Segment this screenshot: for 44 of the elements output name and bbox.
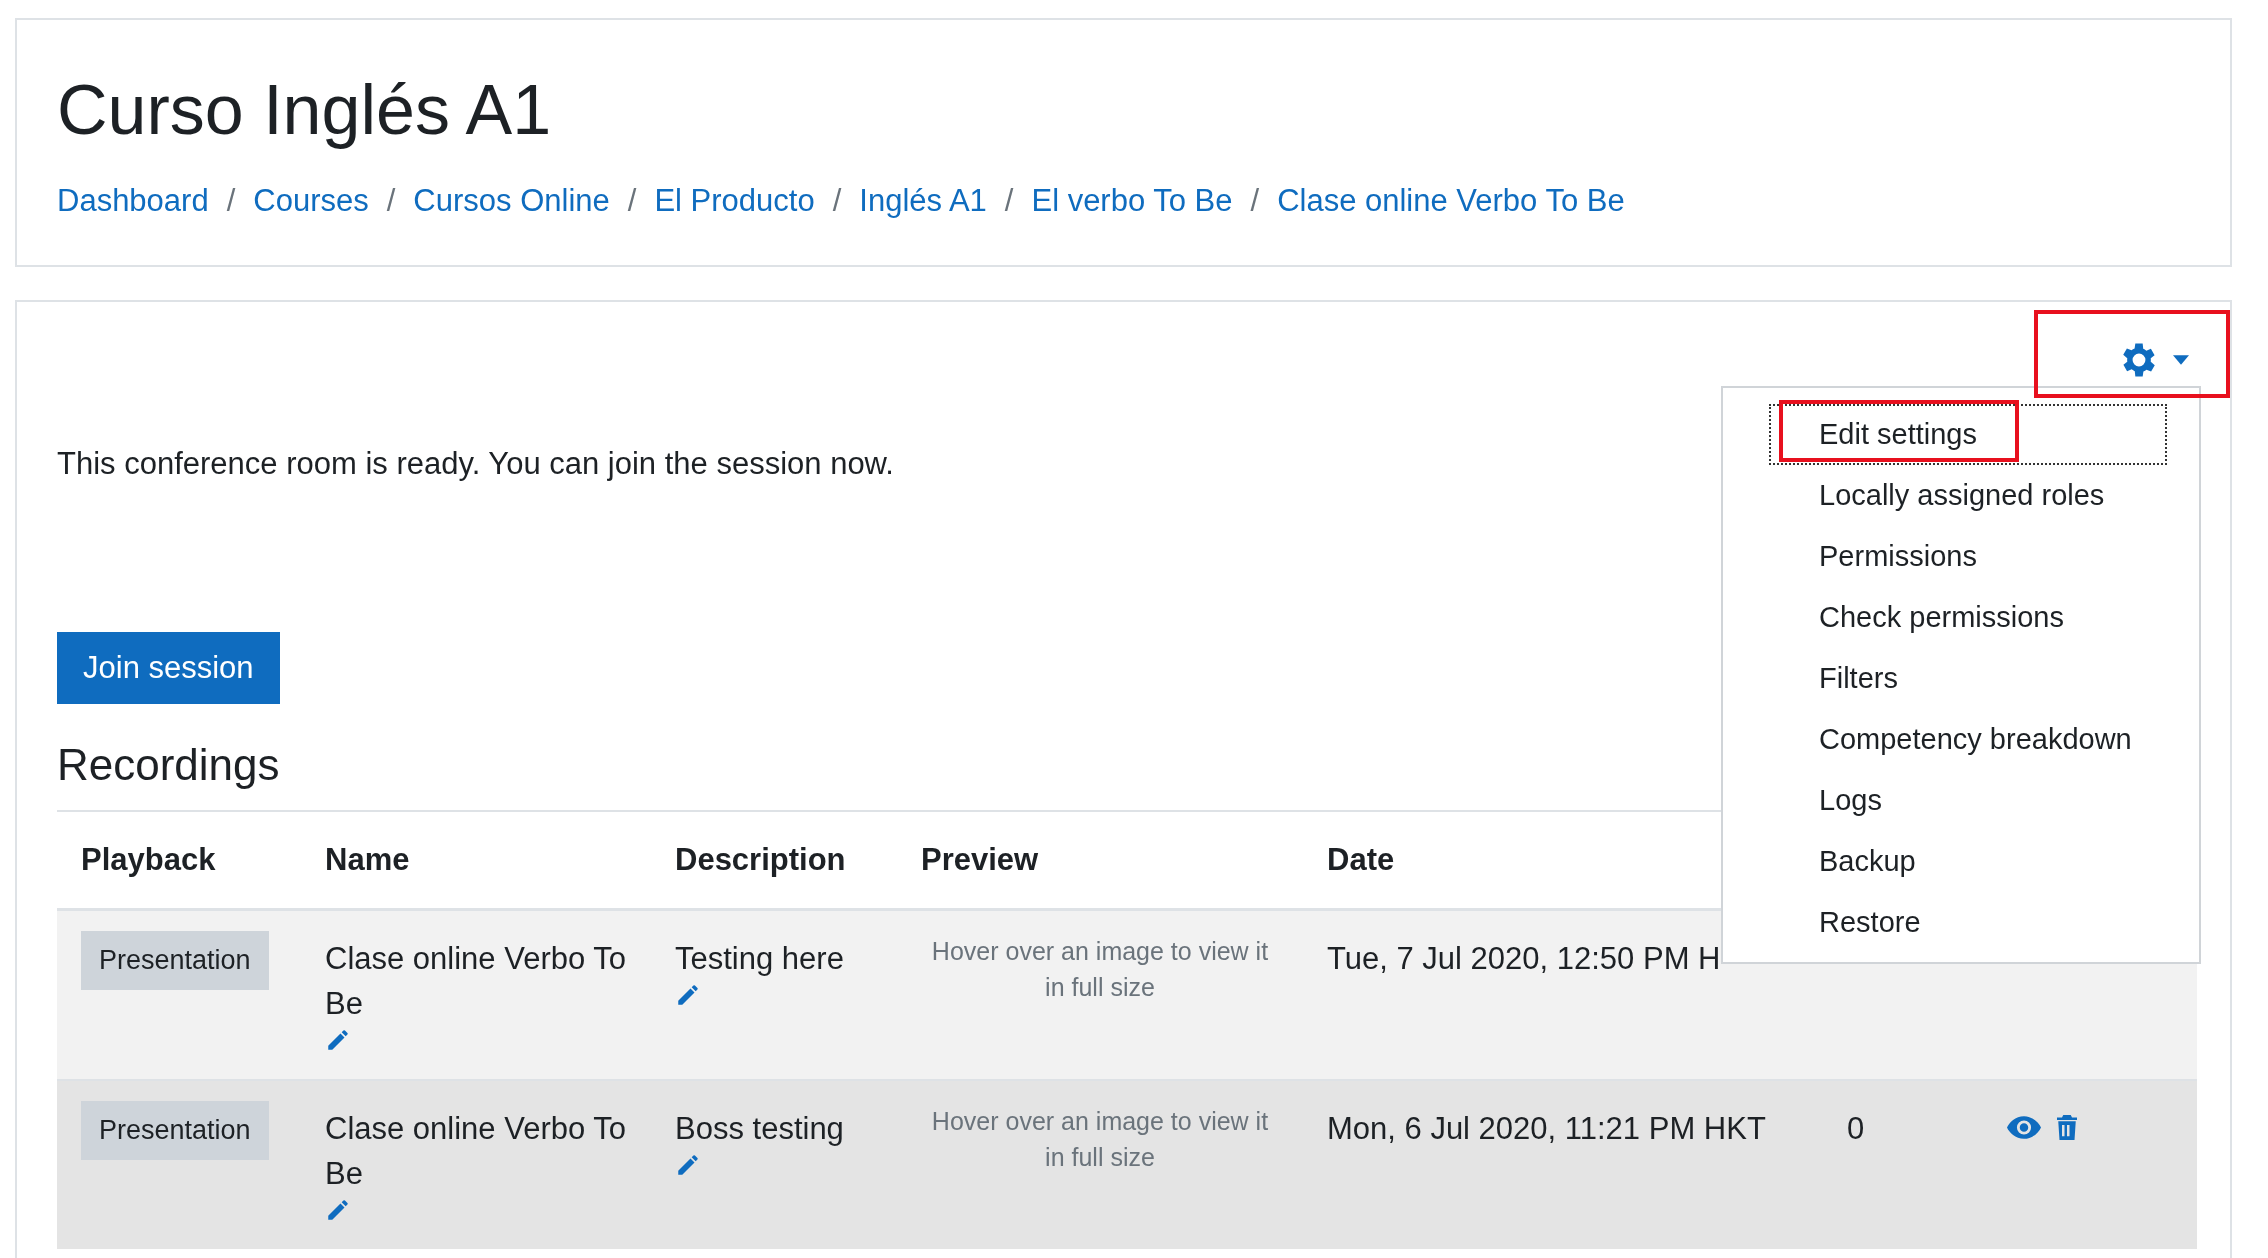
menu-item[interactable]: Check permissions (1769, 586, 2167, 648)
page-title: Curso Inglés A1 (57, 72, 553, 149)
join-session-button[interactable]: Join session (57, 632, 280, 704)
caret-icon (2173, 355, 2189, 365)
section-heading: Recordings (57, 740, 280, 790)
breadcrumb-link[interactable]: Courses (253, 183, 369, 219)
menu-item[interactable]: Backup (1769, 830, 2167, 892)
column-header: Description (675, 842, 846, 877)
breadcrumb-separator: / (832, 183, 842, 219)
breadcrumb-separator: / (627, 183, 637, 219)
breadcrumb-link[interactable]: Dashboard (57, 183, 209, 219)
preview-hint: Hover over an image to view it in full size (930, 1105, 1270, 1174)
menu-item[interactable]: Logs (1769, 769, 2167, 831)
column-header: Name (325, 842, 410, 877)
preview-hint: Hover over an image to view it in full size (930, 936, 1270, 1004)
status-message: This conference room is ready. You can join the session now. (57, 446, 895, 482)
recording-date: Tue, 7 Jul 2020, 12:50 PM H (1327, 941, 1721, 976)
playback-button[interactable]: Presentation (81, 1100, 269, 1160)
breadcrumb-separator: / (1004, 183, 1014, 219)
view-count: 0 (1847, 1110, 1865, 1146)
breadcrumb-link[interactable]: El verbo To Be (1031, 183, 1233, 219)
recording-name: Clase online Verbo To Be (325, 940, 627, 1023)
breadcrumb-separator: / (226, 183, 236, 219)
trash-icon[interactable] (2057, 1114, 2077, 1140)
menu-item[interactable]: Competency breakdown (1769, 708, 2167, 770)
menu-item[interactable]: Permissions (1769, 525, 2167, 587)
column-header: Date (1327, 842, 1395, 877)
breadcrumb-link[interactable]: El Producto (654, 183, 815, 219)
playback-button[interactable]: Presentation (81, 931, 269, 990)
recording-description: Boss testing (675, 1109, 844, 1148)
breadcrumb-separator: / (386, 183, 396, 219)
breadcrumb-link[interactable]: Clase online Verbo To Be (1277, 183, 1625, 219)
recording-name: Clase online Verbo To Be (325, 1109, 627, 1193)
column-header: Playback (81, 842, 216, 877)
recording-date: Mon, 6 Jul 2020, 11:21 PM HKT (1327, 1110, 1766, 1146)
breadcrumb-link[interactable]: Cursos Online (413, 183, 610, 219)
column-header: Preview (921, 842, 1039, 877)
menu-item[interactable]: Filters (1769, 647, 2167, 709)
recording-description: Testing here (675, 940, 844, 978)
breadcrumb-link[interactable]: Inglés A1 (859, 183, 987, 219)
eye-icon[interactable] (2007, 1115, 2041, 1139)
breadcrumb-separator: / (1250, 183, 1260, 219)
menu-item[interactable]: Locally assigned roles (1769, 464, 2167, 526)
menu-item[interactable]: Restore (1769, 891, 2167, 953)
